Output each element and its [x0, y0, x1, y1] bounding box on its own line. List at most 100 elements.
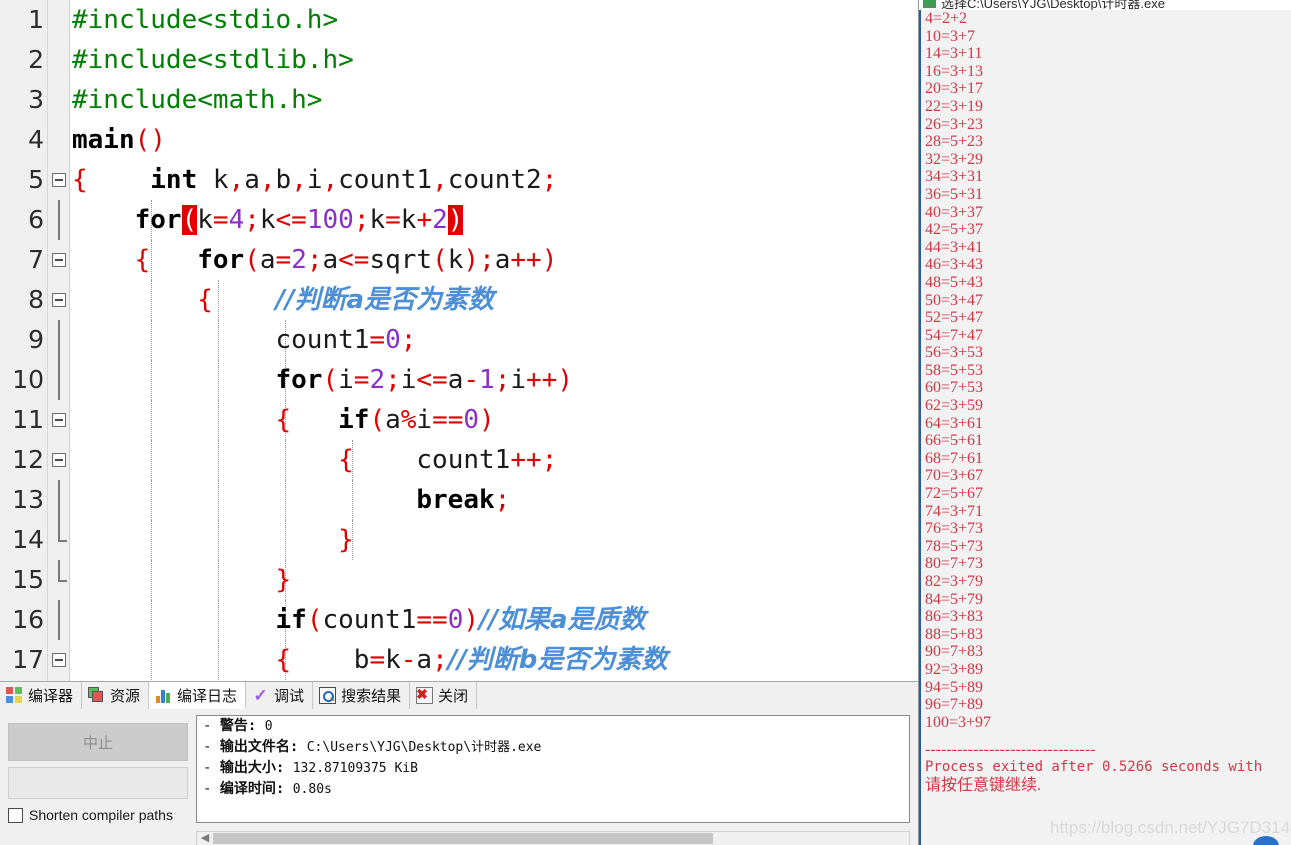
code-line[interactable]: 4 main()	[0, 120, 918, 160]
compile-log-hscrollbar[interactable]: ◀	[196, 831, 910, 845]
code-line[interactable]: 7 { for(a=2;a<=sqrt(k);a++)	[0, 240, 918, 280]
line-number: 2	[28, 45, 44, 74]
fold-guide-line	[58, 320, 60, 360]
compile-log-output[interactable]: - 警告: 0- 输出文件名: C:\Users\YJG\Desktop\计时器…	[196, 715, 910, 823]
code-line-text: }	[338, 525, 354, 555]
code-line[interactable]: 8 { //判断a是否为素数	[0, 280, 918, 320]
tab-compiler[interactable]: 编译器	[0, 682, 83, 709]
code-line[interactable]: 3 #include<math.h>	[0, 80, 918, 120]
console-output-line: 54=7+47	[925, 326, 984, 344]
code-line[interactable]: 12 { count1++;	[0, 440, 918, 480]
line-number: 15	[12, 565, 44, 594]
abort-button-label: 中止	[82, 734, 113, 752]
code-line[interactable]: 17 { b=k-a;//判断b是否为素数	[0, 640, 918, 680]
code-line-text: { //判断a是否为素数	[197, 285, 495, 315]
console-output-line: 42=5+37	[925, 221, 984, 239]
log-value: 0.80s	[292, 782, 332, 797]
tab-search[interactable]: 搜索结果	[313, 682, 411, 709]
shorten-compiler-paths-checkbox[interactable]	[8, 807, 23, 823]
console-output-line: 62=3+59	[925, 397, 984, 415]
console-output-line: 4=2+2	[925, 10, 968, 27]
compile-log-line: - 输出文件名: C:\Users\YJG\Desktop\计时器.exe	[197, 737, 909, 758]
code-line[interactable]: 10 for(i=2;i<=a-1;i++)	[0, 360, 918, 400]
tab-debug[interactable]: ✓ 调试	[246, 682, 314, 709]
console-window[interactable]: 选择C:\Users\YJG\Desktop\计时器.exe 4=2+2 10=3…	[918, 0, 1291, 845]
console-output-line: 22=3+19	[925, 97, 984, 115]
compiler-grid-icon	[6, 687, 23, 704]
log-value: 0	[264, 719, 273, 734]
console-output-line: 84=5+79	[925, 590, 984, 608]
panel-tab-bar[interactable]: 编译器 资源 编译日志 ✓ 调试 搜索结果 关闭	[0, 682, 918, 709]
console-output-line: 36=5+31	[925, 185, 984, 203]
fold-collapse-icon[interactable]	[52, 173, 66, 187]
shorten-compiler-paths-row[interactable]: Shorten compiler paths	[8, 807, 173, 823]
console-output-line: 50=3+47	[925, 291, 984, 309]
console-output-line: 100=3+97	[925, 713, 992, 731]
code-line[interactable]: 5 { int k,a,b,i,count1,count2;	[0, 160, 918, 200]
console-output-line: 44=3+41	[925, 238, 984, 256]
line-number: 6	[28, 205, 44, 234]
console-output-line: 32=3+29	[925, 150, 984, 168]
bracket-match-close: )	[447, 205, 464, 235]
fold-collapse-icon[interactable]	[52, 653, 66, 667]
console-output-line: 40=3+37	[925, 203, 984, 221]
code-line-text: for(i=2;i<=a-1;i++)	[275, 365, 573, 395]
fold-guide-line	[58, 600, 60, 640]
code-line[interactable]: 1 #include<stdio.h>	[0, 0, 918, 40]
fold-guide-line	[58, 360, 60, 400]
close-x-icon	[416, 686, 434, 704]
console-output-line: 90=7+83	[925, 643, 984, 661]
console-output-line: 64=3+61	[925, 414, 984, 432]
tab-label: 编译器	[28, 688, 74, 705]
fold-collapse-icon[interactable]	[52, 293, 66, 307]
console-press-key-message: 请按任意键继续.	[925, 776, 1042, 794]
code-editor[interactable]: 1 #include<stdio.h> 2 #include<stdlib.h> 3 #i…	[0, 0, 918, 681]
console-output-line: 96=7+89	[925, 696, 984, 714]
fold-collapse-icon[interactable]	[52, 253, 66, 267]
line-number: 10	[12, 365, 44, 394]
code-line-text: count1=0;	[275, 325, 417, 355]
tab-resources[interactable]: 资源	[82, 682, 150, 709]
console-output-line: 14=3+11	[925, 45, 983, 63]
tab-compile-log[interactable]: 编译日志	[149, 682, 247, 709]
compile-log-panel: 中止 Shorten compiler paths - 警告: 0- 输出文件名…	[0, 709, 918, 845]
fold-collapse-icon[interactable]	[52, 413, 66, 427]
code-line-text: { count1++;	[338, 445, 558, 475]
line-number: 11	[12, 405, 44, 434]
code-line-text: for(k=4;k<=100;k=k+2)	[134, 205, 464, 235]
console-output-line: 70=3+67	[925, 467, 984, 485]
code-line[interactable]: 14 }	[0, 520, 918, 560]
tab-label: 调试	[274, 688, 305, 705]
code-line[interactable]: 16 if(count1==0)//如果a是质数	[0, 600, 918, 640]
scroll-left-arrow-icon[interactable]: ◀	[198, 832, 212, 845]
line-number: 7	[28, 245, 44, 274]
tab-close[interactable]: 关闭	[410, 682, 478, 709]
console-output[interactable]: 4=2+2 10=3+7 14=3+11 16=3+13 20=3+17 22=3+19 2…	[919, 10, 1291, 845]
compile-log-line: - 编译时间: 0.80s	[197, 779, 909, 800]
console-output-line: 48=5+43	[925, 273, 984, 291]
code-line-text: #include<stdio.h>	[72, 5, 339, 35]
console-output-line: 28=5+23	[925, 133, 984, 151]
console-title-bar[interactable]: 选择C:\Users\YJG\Desktop\计时器.exe	[919, 0, 1291, 10]
code-line[interactable]: 6 for(k=4;k<=100;k=k+2)	[0, 200, 918, 240]
code-line[interactable]: 15 }	[0, 560, 918, 600]
tab-label: 搜索结果	[341, 688, 402, 705]
console-output-line: 16=3+13	[925, 62, 984, 80]
fold-end-marker	[58, 560, 67, 582]
fold-collapse-icon[interactable]	[52, 453, 66, 467]
code-line[interactable]: 11 { if(a%i==0)	[0, 400, 918, 440]
tab-label: 编译日志	[177, 687, 238, 705]
tab-label: 资源	[110, 688, 141, 705]
code-line[interactable]: 2 #include<stdlib.h>	[0, 40, 918, 80]
abort-button[interactable]: 中止	[8, 723, 188, 761]
bracket-match-open: (	[181, 205, 198, 235]
console-output-line: 72=5+67	[925, 485, 984, 503]
console-separator: --------------------------------	[925, 741, 1096, 759]
code-line[interactable]: 9 count1=0;	[0, 320, 918, 360]
ide-window: 1 #include<stdio.h> 2 #include<stdlib.h> 3 #i…	[0, 0, 1291, 845]
code-line[interactable]: 13 break;	[0, 480, 918, 520]
magnifier-icon	[319, 687, 337, 704]
log-value: 132.87109375 KiB	[292, 761, 418, 776]
code-line-text: #include<math.h>	[72, 85, 323, 115]
scrollbar-thumb[interactable]	[213, 833, 713, 844]
